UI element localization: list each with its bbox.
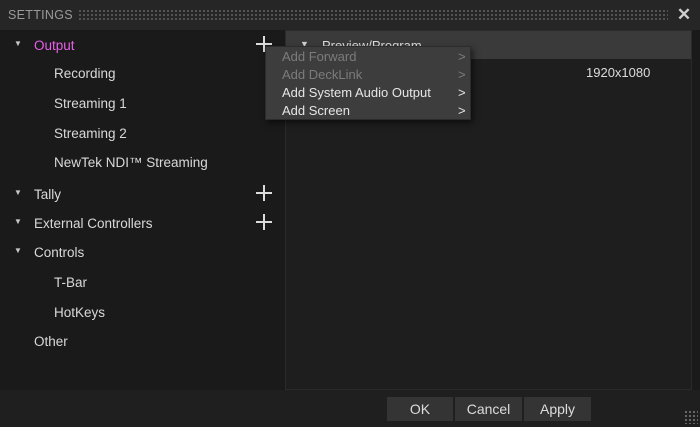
title-drag-grip[interactable] bbox=[78, 9, 668, 21]
tree-item-streaming-1[interactable]: Streaming 1 bbox=[0, 92, 285, 116]
menu-item-label: Add DeckLink bbox=[282, 67, 363, 82]
apply-button[interactable]: Apply bbox=[524, 397, 591, 421]
submenu-chevron-icon: > bbox=[458, 67, 466, 82]
cancel-button[interactable]: Cancel bbox=[455, 397, 522, 421]
tree-item-controls[interactable]: ▼ Controls bbox=[0, 241, 285, 265]
expand-arrow-icon[interactable]: ▼ bbox=[14, 39, 22, 48]
menu-item-label: Add Forward bbox=[282, 49, 357, 64]
add-tally-plus-icon[interactable] bbox=[253, 182, 275, 204]
close-button[interactable]: ✕ bbox=[674, 5, 694, 25]
add-output-context-menu: Add Forward > Add DeckLink > Add System … bbox=[265, 46, 471, 120]
menu-item-add-system-audio-output[interactable]: Add System Audio Output > bbox=[266, 84, 470, 102]
add-controller-plus-icon[interactable] bbox=[253, 211, 275, 233]
tree-item-label: Tally bbox=[34, 187, 62, 202]
tree-item-t-bar[interactable]: T-Bar bbox=[0, 271, 285, 295]
tree-item-label: Other bbox=[34, 334, 68, 349]
submenu-chevron-icon: > bbox=[458, 85, 466, 100]
tree-item-label: Output bbox=[34, 38, 75, 53]
tree-item-label: Streaming 1 bbox=[54, 96, 127, 111]
window-title: SETTINGS bbox=[8, 8, 73, 22]
menu-item-add-forward[interactable]: Add Forward > bbox=[266, 48, 470, 66]
tree-item-ndi-streaming[interactable]: NewTek NDI™ Streaming bbox=[0, 151, 285, 175]
dialog-footer bbox=[0, 390, 700, 427]
submenu-chevron-icon: > bbox=[458, 103, 466, 118]
tree-item-label: Controls bbox=[34, 245, 85, 260]
menu-item-label: Add Screen bbox=[282, 103, 350, 118]
ok-button[interactable]: OK bbox=[387, 397, 453, 421]
tree-item-streaming-2[interactable]: Streaming 2 bbox=[0, 122, 285, 146]
menu-item-label: Add System Audio Output bbox=[282, 85, 431, 100]
tree-item-hotkeys[interactable]: HotKeys bbox=[0, 301, 285, 325]
tree-item-label: T-Bar bbox=[54, 275, 88, 290]
menu-item-add-screen[interactable]: Add Screen > bbox=[266, 102, 470, 120]
tree-item-recording[interactable]: Recording bbox=[0, 62, 285, 86]
menu-item-add-decklink[interactable]: Add DeckLink > bbox=[266, 66, 470, 84]
title-bar[interactable]: SETTINGS ✕ bbox=[0, 0, 700, 30]
tree-item-label: External Controllers bbox=[34, 216, 153, 231]
tree-item-other[interactable]: Other bbox=[0, 330, 285, 354]
expand-arrow-icon[interactable]: ▼ bbox=[14, 188, 22, 197]
settings-tree: ▼ Output Recording Streaming 1 Streaming… bbox=[0, 30, 285, 390]
submenu-chevron-icon: > bbox=[458, 49, 466, 64]
tree-item-label: Recording bbox=[54, 66, 116, 81]
tree-item-tally[interactable]: ▼ Tally bbox=[0, 183, 285, 207]
tree-item-output[interactable]: ▼ Output bbox=[0, 34, 285, 58]
tree-item-label: Streaming 2 bbox=[54, 126, 127, 141]
resolution-value: 1920x1080 bbox=[586, 65, 651, 80]
expand-arrow-icon[interactable]: ▼ bbox=[14, 217, 22, 226]
resize-grip-icon[interactable] bbox=[684, 410, 698, 424]
tree-item-external-controllers[interactable]: ▼ External Controllers bbox=[0, 212, 285, 236]
tree-item-label: NewTek NDI™ Streaming bbox=[54, 155, 208, 170]
expand-arrow-icon[interactable]: ▼ bbox=[14, 246, 22, 255]
tree-item-label: HotKeys bbox=[54, 305, 106, 320]
